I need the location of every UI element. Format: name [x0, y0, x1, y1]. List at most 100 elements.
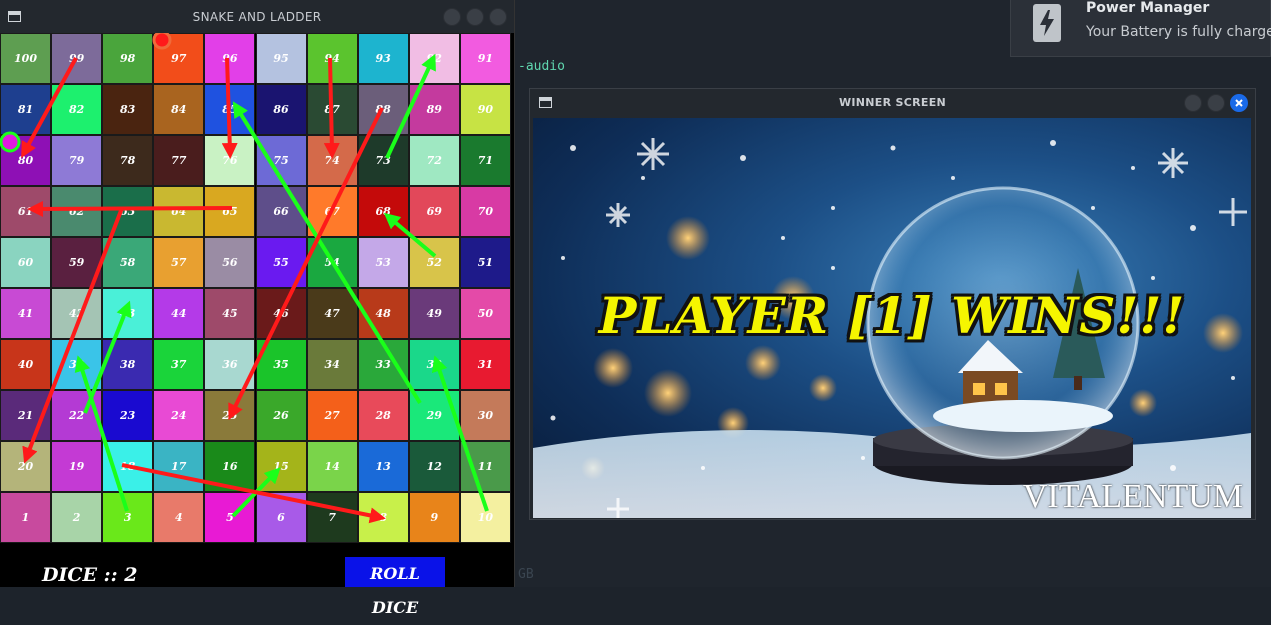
board-cell-22: 22: [51, 390, 103, 441]
winner-image: PLAYER [1] WINS!!! VITALENTUM: [533, 118, 1251, 518]
close-button[interactable]: [489, 8, 507, 26]
board-cell-13: 13: [357, 441, 409, 492]
battery-charging-icon: [1033, 1, 1061, 42]
board-cell-68: 68: [357, 186, 409, 237]
board-cell-29: 29: [408, 390, 460, 441]
watermark: VITALENTUM: [1022, 478, 1243, 515]
winner-window: WINNER SCREEN PLAYER [1] WINS!!! VITALEN…: [529, 88, 1256, 520]
board-cell-14: 14: [306, 441, 358, 492]
board-cell-21: 21: [0, 390, 51, 441]
board-cell-95: 95: [255, 33, 307, 84]
minimize-button[interactable]: [1184, 94, 1202, 112]
notification[interactable]: Power Manager Your Battery is fully char…: [1010, 0, 1271, 57]
board-cell-98: 98: [102, 33, 154, 84]
board-cell-16: 16: [204, 441, 256, 492]
board-cell-12: 12: [408, 441, 460, 492]
board-cell-47: 47: [306, 288, 358, 339]
board-cell-55: 55: [255, 237, 307, 288]
board-cell-56: 56: [204, 237, 256, 288]
board-cell-11: 11: [459, 441, 511, 492]
board-cell-83: 83: [102, 84, 154, 135]
board-cell-64: 64: [153, 186, 205, 237]
board-cell-9: 9: [408, 492, 460, 543]
board-cell-5: 5: [204, 492, 256, 543]
board-cell-62: 62: [51, 186, 103, 237]
board-cell-19: 19: [51, 441, 103, 492]
board-cell-40: 40: [0, 339, 51, 390]
board-cell-77: 77: [153, 135, 205, 186]
board-cell-66: 66: [255, 186, 307, 237]
board-cell-41: 41: [0, 288, 51, 339]
board-cell-45: 45: [204, 288, 256, 339]
board-cell-32: 32: [408, 339, 460, 390]
board-cell-4: 4: [153, 492, 205, 543]
board-cell-7: 7: [306, 492, 358, 543]
board-cell-78: 78: [102, 135, 154, 186]
terminal-text: GB: [518, 567, 534, 582]
board-cell-74: 74: [306, 135, 358, 186]
board-cell-89: 89: [408, 84, 460, 135]
snake-ladder-window: SNAKE AND LADDER 100 99 98 97 96 95 94 93 92 91 81…: [0, 0, 515, 617]
board-cell-85: 85: [204, 84, 256, 135]
board-cell-81: 81: [0, 84, 51, 135]
board-cell-42: 42: [51, 288, 103, 339]
board-cell-59: 59: [51, 237, 103, 288]
board-cell-15: 15: [255, 441, 307, 492]
roll-dice-button[interactable]: ROLL DICE: [345, 557, 445, 617]
board-cell-2: 2: [51, 492, 103, 543]
window-title: SNAKE AND LADDER: [192, 10, 322, 24]
board-cell-70: 70: [459, 186, 511, 237]
board-cell-39: 39: [51, 339, 103, 390]
board-cell-87: 87: [306, 84, 358, 135]
board-cell-31: 31: [459, 339, 511, 390]
board-cell-97: 97: [153, 33, 205, 84]
board-cell-99: 99: [51, 33, 103, 84]
board-cell-86: 86: [255, 84, 307, 135]
title-bar[interactable]: SNAKE AND LADDER: [0, 0, 514, 33]
board-cell-73: 73: [357, 135, 409, 186]
board-cell-26: 26: [255, 390, 307, 441]
board-cell-72: 72: [408, 135, 460, 186]
dice-value: DICE :: 2: [42, 564, 138, 586]
maximize-button[interactable]: [1207, 94, 1225, 112]
board-cell-53: 53: [357, 237, 409, 288]
board-cell-1: 1: [0, 492, 51, 543]
board-cell-20: 20: [0, 441, 51, 492]
board-cell-63: 63: [102, 186, 154, 237]
board-cell-38: 38: [102, 339, 154, 390]
close-button[interactable]: [1230, 94, 1248, 112]
board-cell-10: 10: [459, 492, 511, 543]
board-cell-18: 18: [102, 441, 154, 492]
board-cell-71: 71: [459, 135, 511, 186]
terminal-text: -audio: [518, 59, 565, 74]
board-cell-37: 37: [153, 339, 205, 390]
board-cell-82: 82: [51, 84, 103, 135]
board-cell-17: 17: [153, 441, 205, 492]
board-cell-46: 46: [255, 288, 307, 339]
board-cell-33: 33: [357, 339, 409, 390]
board-cell-79: 79: [51, 135, 103, 186]
maximize-button[interactable]: [466, 8, 484, 26]
game-board: 100 99 98 97 96 95 94 93 92 91 81 82 83 84 85 86 87 88 89 9…: [0, 33, 511, 543]
minimize-button[interactable]: [443, 8, 461, 26]
board-cell-67: 67: [306, 186, 358, 237]
board-cell-69: 69: [408, 186, 460, 237]
board-cell-96: 96: [204, 33, 256, 84]
board-cell-27: 27: [306, 390, 358, 441]
winner-message: PLAYER [1] WINS!!!: [598, 286, 1186, 345]
board-cell-80: 80: [0, 135, 51, 186]
notification-title: Power Manager: [1086, 0, 1210, 16]
board-cell-60: 60: [0, 237, 51, 288]
board-cell-34: 34: [306, 339, 358, 390]
board-cell-3: 3: [102, 492, 154, 543]
board-cell-35: 35: [255, 339, 307, 390]
board-cell-65: 65: [204, 186, 256, 237]
notification-body: Your Battery is fully charged: [1086, 24, 1271, 40]
board-cell-93: 93: [357, 33, 409, 84]
board-cell-49: 49: [408, 288, 460, 339]
board-cell-52: 52: [408, 237, 460, 288]
board-cell-36: 36: [204, 339, 256, 390]
board-cell-50: 50: [459, 288, 511, 339]
title-bar[interactable]: WINNER SCREEN: [530, 89, 1255, 117]
board-cell-75: 75: [255, 135, 307, 186]
